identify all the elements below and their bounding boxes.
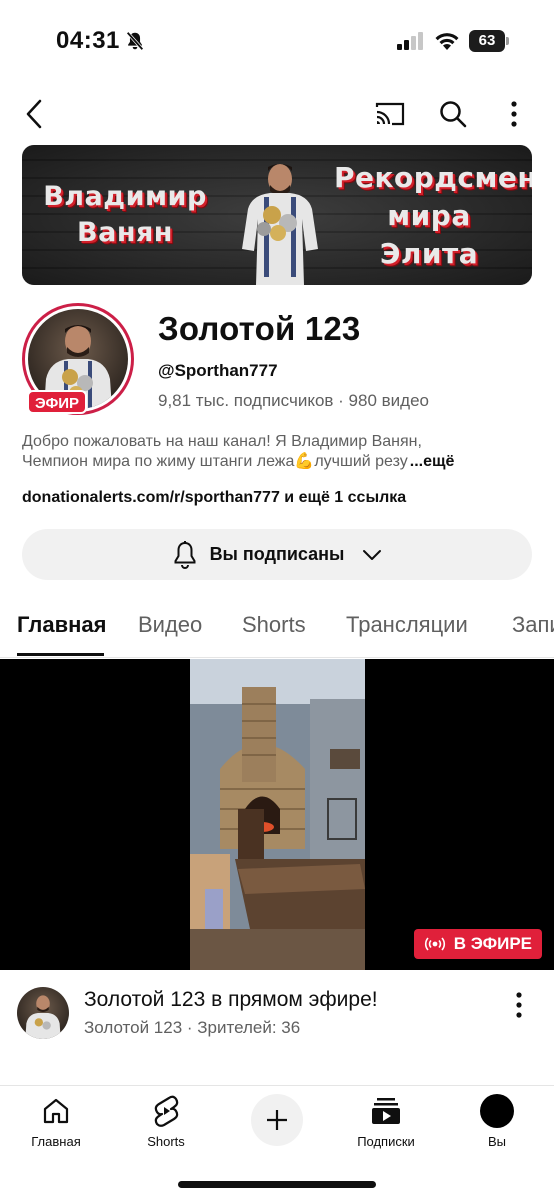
- live-video-meta[interactable]: Золотой 123 в прямом эфире! Золотой 123 …: [0, 980, 554, 1060]
- tab-videos[interactable]: Видео: [138, 612, 202, 638]
- description-line: Добро пожаловать на наш канал! Я Владими…: [22, 433, 422, 450]
- back-arrow-icon: [26, 99, 42, 129]
- status-bar: 04:31 63: [0, 0, 554, 84]
- channel-description[interactable]: Добро пожаловать на наш канал! Я Владими…: [22, 432, 534, 472]
- channel-tabs: Главная Видео Shorts Трансляции Запи: [0, 600, 554, 658]
- live-badge: В ЭФИРЕ: [413, 929, 542, 959]
- more-options-button[interactable]: [498, 98, 530, 130]
- chevron-down-icon: [363, 549, 382, 560]
- search-icon: [440, 101, 467, 128]
- tab-shorts[interactable]: Shorts: [242, 612, 306, 638]
- channel-banner: Владимир Ванян Рекордсмен мира Элита: [22, 145, 532, 285]
- more-vertical-icon[interactable]: [514, 992, 524, 1018]
- cellular-signal-icon: [397, 32, 423, 50]
- live-video-player[interactable]: [0, 659, 554, 970]
- cast-icon: [375, 102, 405, 126]
- search-button[interactable]: [437, 98, 469, 130]
- video-title[interactable]: Золотой 123 в прямом эфире!: [84, 988, 378, 1012]
- live-broadcast-icon: [424, 937, 445, 951]
- more-vertical-icon: [511, 101, 517, 127]
- plus-icon: [267, 1110, 287, 1130]
- battery-tip: [506, 37, 509, 45]
- nav-label: Подписки: [357, 1134, 415, 1149]
- tab-posts[interactable]: Запи: [512, 612, 554, 638]
- nav-label: Shorts: [147, 1134, 185, 1149]
- description-text: Чемпион мира по жиму штанги лежа💪лучший …: [22, 453, 408, 470]
- banner-left-text: Владимир Ванян: [40, 179, 210, 251]
- live-tag: ЭФИР: [27, 390, 87, 414]
- subscribed-button[interactable]: Вы подписаны: [22, 529, 532, 580]
- video-channel-avatar[interactable]: [17, 987, 69, 1039]
- shorts-icon: [154, 1095, 179, 1127]
- home-indicator: [178, 1181, 376, 1188]
- subscribe-label: Вы подписаны: [209, 544, 345, 564]
- banner-text: Владимир: [43, 181, 207, 212]
- bell-icon: [174, 540, 196, 569]
- nav-label: Главная: [31, 1134, 81, 1149]
- active-tab-indicator: [17, 653, 104, 656]
- nav-home[interactable]: Главная: [11, 1094, 101, 1149]
- nav-subscriptions[interactable]: Подписки: [341, 1094, 431, 1149]
- bell-off-icon: [126, 31, 144, 51]
- user-avatar: [480, 1094, 514, 1128]
- live-badge-text: В ЭФИРЕ: [453, 934, 532, 953]
- banner-text: Ванян: [77, 217, 173, 248]
- tab-home[interactable]: Главная: [17, 612, 106, 638]
- home-icon: [43, 1098, 69, 1124]
- nav-you[interactable]: Вы: [452, 1094, 542, 1149]
- video-thumbnail-image: [190, 659, 365, 970]
- banner-right-text: Рекордсмен мира Элита: [334, 159, 532, 273]
- video-subtitle: Золотой 123 · Зрителей: 36: [84, 1018, 301, 1037]
- nav-shorts[interactable]: Shorts: [121, 1094, 211, 1149]
- description-more-link[interactable]: ...ещё: [410, 452, 455, 472]
- status-time: 04:31: [56, 27, 120, 54]
- nav-label: Вы: [487, 1134, 506, 1149]
- channel-name: Золотой 123: [158, 310, 361, 347]
- banner-text: Элита: [379, 237, 479, 270]
- channel-stats: 9,81 тыс. подписчиков · 980 видео: [158, 391, 429, 410]
- avatar-person-image: [25, 995, 61, 1039]
- top-app-bar: [0, 88, 554, 140]
- description-line: Чемпион мира по жиму штанги лежа💪лучший …: [22, 452, 534, 472]
- battery-indicator: 63: [469, 30, 509, 52]
- banner-text: мира: [387, 199, 471, 232]
- channel-links[interactable]: donationalerts.com/r/sporthan777 и ещё 1…: [22, 489, 406, 507]
- battery-level: 63: [469, 30, 505, 52]
- back-button[interactable]: [18, 98, 50, 130]
- create-button[interactable]: [251, 1094, 303, 1146]
- banner-person-image: [242, 164, 318, 285]
- subscriptions-icon: [372, 1098, 400, 1124]
- wifi-icon: [435, 33, 459, 50]
- cast-button[interactable]: [374, 98, 406, 130]
- banner-text: Рекордсмен: [334, 161, 532, 194]
- channel-handle: @Sporthan777: [158, 361, 278, 380]
- tab-live[interactable]: Трансляции: [346, 612, 468, 638]
